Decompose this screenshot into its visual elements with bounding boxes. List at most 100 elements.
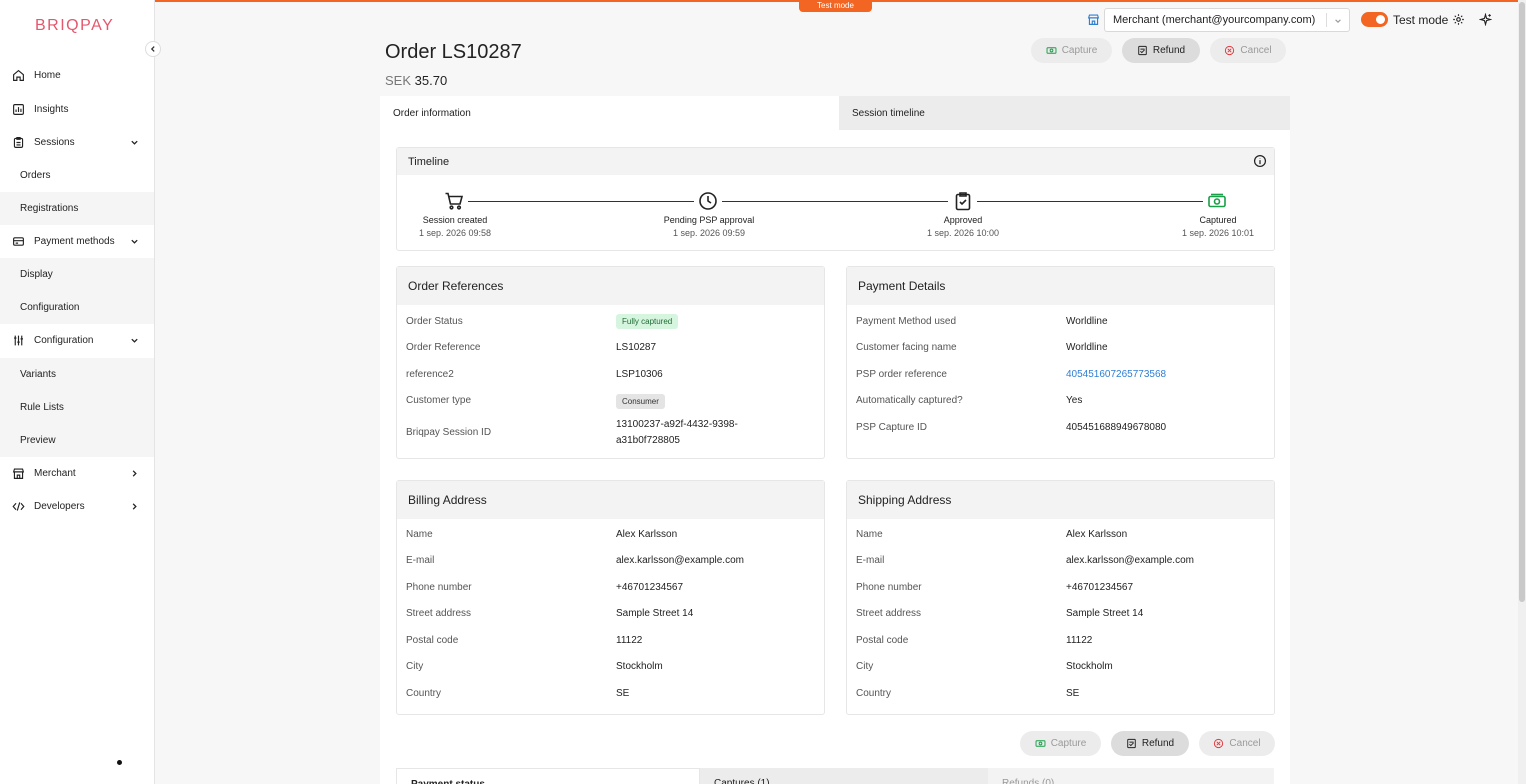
- tab-payment-status[interactable]: Payment status: [396, 768, 700, 784]
- field-label: reference2: [406, 369, 454, 380]
- configuration-submenu: Variants Rule Lists Preview: [0, 358, 154, 457]
- field-label: Name: [406, 529, 433, 540]
- sessions-submenu: Orders Registrations: [0, 159, 154, 225]
- payment-details-title: Payment Details: [858, 279, 946, 293]
- scrollbar-thumb[interactable]: [1519, 2, 1525, 602]
- chart-icon: [13, 104, 24, 115]
- sidebar-item-label: Payment methods: [34, 236, 115, 247]
- field-label: Postal code: [856, 635, 909, 646]
- tab-session-timeline[interactable]: Session timeline: [839, 96, 1290, 130]
- sidebar-item-label: Merchant: [34, 468, 76, 479]
- sidebar-item-rule-lists[interactable]: Rule Lists: [0, 391, 154, 424]
- session-id-value: 13100237-a92f-4432-9398-: [616, 419, 738, 430]
- sidebar-item-pm-configuration[interactable]: Configuration: [0, 291, 154, 324]
- cancel-circle-icon: [1214, 738, 1224, 749]
- shipping-email-value: alex.karlsson@example.com: [1066, 555, 1194, 566]
- order-amount-value: 35.70: [414, 73, 448, 88]
- chevron-left-icon: [150, 46, 155, 52]
- order-references-header: Order References: [397, 267, 824, 305]
- cancel-button-bottom[interactable]: Cancel: [1199, 731, 1275, 756]
- shipping-address-title: Shipping Address: [858, 493, 952, 507]
- sidebar-item-display[interactable]: Display: [0, 258, 154, 291]
- sidebar-item-merchant[interactable]: Merchant: [0, 457, 154, 490]
- info-icon[interactable]: [1253, 154, 1267, 168]
- brand-logo: BRIQPAY: [35, 17, 115, 34]
- chevron-right-icon: [132, 470, 137, 477]
- field-label: Postal code: [406, 635, 459, 646]
- payment-details-header: Payment Details: [847, 267, 1274, 305]
- field-label: Country: [856, 688, 892, 699]
- field-label: E-mail: [406, 555, 435, 566]
- sidebar-item-label: Insights: [34, 104, 69, 115]
- billing-postal-value: 11122: [616, 635, 643, 646]
- field-label: E-mail: [856, 555, 885, 566]
- field-label: City: [406, 661, 424, 672]
- shipping-country-value: SE: [1066, 688, 1080, 699]
- sidebar-item-payment-methods[interactable]: Payment methods: [0, 225, 154, 258]
- tab-order-information[interactable]: Order information: [380, 96, 839, 130]
- cash-icon: [1208, 193, 1226, 208]
- page-scrollbar[interactable]: [1518, 0, 1526, 784]
- shipping-name-value: Alex Karlsson: [1066, 529, 1128, 540]
- tab-refunds[interactable]: Refunds (0): [988, 768, 1274, 784]
- chevron-down-icon: [131, 338, 138, 343]
- field-label: PSP order reference: [856, 369, 947, 380]
- merchant-select[interactable]: Merchant (merchant@yourcompany.com): [1104, 8, 1350, 32]
- timeline-step: Approved 1 sep. 2026 10:00: [913, 215, 1013, 238]
- cash-icon: [1035, 740, 1046, 747]
- tab-captures[interactable]: Captures (1): [700, 768, 988, 784]
- sidebar-item-label: Configuration: [34, 335, 94, 346]
- psp-order-reference-link[interactable]: 405451607265773568: [1066, 369, 1166, 380]
- chevron-down-icon: [1335, 19, 1341, 23]
- customer-type-badge: Consumer: [616, 394, 665, 409]
- home-icon: [13, 69, 24, 81]
- sidebar-item-label: Variants: [20, 369, 56, 380]
- sparkle-icon[interactable]: [1479, 13, 1492, 26]
- shipping-postal-value: 11122: [1066, 635, 1093, 646]
- sidebar-item-insights[interactable]: Insights: [0, 93, 154, 126]
- sidebar-item-variants[interactable]: Variants: [0, 358, 154, 391]
- timeline-step-title: Pending PSP approval: [663, 215, 755, 225]
- field-label: PSP Capture ID: [856, 422, 927, 433]
- gear-icon[interactable]: [1452, 13, 1465, 26]
- shipping-address-card: Shipping Address: [846, 480, 1275, 715]
- shipping-city-value: Stockholm: [1066, 661, 1113, 672]
- refund-button-bottom[interactable]: Refund: [1111, 731, 1189, 756]
- refund-button[interactable]: Refund: [1122, 38, 1200, 63]
- cancel-button-label: Cancel: [1240, 45, 1272, 56]
- sidebar-item-home[interactable]: Home: [0, 59, 154, 92]
- sidebar-item-developers[interactable]: Developers: [0, 490, 154, 523]
- timeline-step: Session created 1 sep. 2026 09:58: [405, 215, 505, 238]
- customer-facing-name-value: Worldline: [1066, 342, 1108, 353]
- order-tabs: Order information Session timeline: [380, 96, 1290, 130]
- sidebar-item-registrations[interactable]: Registrations: [0, 192, 154, 225]
- field-label: Name: [856, 529, 883, 540]
- shipping-phone-value: +46701234567: [1066, 582, 1134, 593]
- refund-button-label: Refund: [1152, 45, 1186, 56]
- capture-button[interactable]: Capture: [1031, 38, 1112, 63]
- sidebar-item-sessions[interactable]: Sessions: [0, 126, 154, 159]
- field-label: Customer type: [406, 395, 472, 406]
- test-mode-label: Test mode: [1393, 13, 1449, 27]
- field-label: Order Reference: [406, 342, 481, 353]
- test-mode-indicator: Test mode: [799, 0, 872, 12]
- field-label: Order Status: [406, 316, 463, 327]
- sidebar-item-label: Orders: [20, 170, 51, 181]
- clipboard-icon: [13, 137, 24, 148]
- sidebar-item-preview[interactable]: Preview: [0, 424, 154, 457]
- billing-city-value: Stockholm: [616, 661, 663, 672]
- timeline-connector: [977, 201, 1203, 202]
- chevron-down-icon: [131, 239, 138, 244]
- sidebar-item-orders[interactable]: Orders: [0, 159, 154, 192]
- sidebar-collapse-button[interactable]: [145, 41, 161, 57]
- timeline-connector: [722, 201, 948, 202]
- capture-button-label: Capture: [1050, 738, 1087, 749]
- capture-button-bottom[interactable]: Capture: [1020, 731, 1101, 756]
- billing-email-value: alex.karlsson@example.com: [616, 555, 744, 566]
- test-mode-toggle[interactable]: [1361, 12, 1388, 27]
- timeline-card: Timeline: [396, 147, 1275, 251]
- cancel-button[interactable]: Cancel: [1210, 38, 1286, 63]
- cash-icon: [1046, 47, 1057, 54]
- timeline-step-title: Session created: [422, 215, 488, 225]
- sidebar-item-configuration[interactable]: Configuration: [0, 324, 154, 357]
